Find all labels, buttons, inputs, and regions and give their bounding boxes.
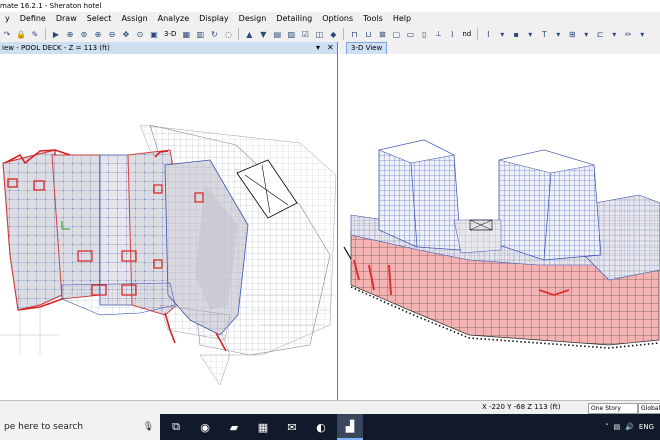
toolbar-separator (45, 28, 46, 40)
view-3d-icon[interactable]: ▣ (148, 28, 160, 40)
move-down-icon[interactable]: ▼ (257, 28, 269, 40)
draw-wall-icon[interactable]: ▭ (404, 28, 416, 40)
zoom-out-icon[interactable]: ⊖ (106, 28, 118, 40)
nd-button[interactable]: nd (460, 28, 473, 40)
plan-view-icon[interactable]: ▦ (180, 28, 192, 40)
display-options-icon[interactable]: ▤ (271, 28, 283, 40)
plan-view-title: iew - POOL DECK - Z = 113 (ft) (2, 44, 110, 52)
redo-icon[interactable]: ↷ (1, 28, 13, 40)
zoom-in-icon[interactable]: ⊕ (92, 28, 104, 40)
cursor-coordinates: X -220 Y -68 Z 113 (ft) (482, 403, 561, 411)
menu-draw[interactable]: Draw (51, 12, 82, 26)
dropdown-arrow-icon[interactable]: ▾ (552, 28, 564, 40)
toolbar-separator (238, 28, 240, 40)
run-icon[interactable]: ▶ (50, 28, 62, 40)
window-title: mate 16.2.1 - Sheraton hotel (0, 2, 102, 10)
search-placeholder: pe here to search (4, 422, 84, 432)
draw-link-icon[interactable]: ⟂ (432, 28, 444, 40)
volume-icon[interactable]: 🔊 (625, 423, 634, 431)
mail-icon[interactable]: ✉ (279, 414, 305, 440)
shrink-objects-icon[interactable]: ▨ (285, 28, 297, 40)
draw-frame-icon[interactable]: ⊓ (348, 28, 360, 40)
chevron-up-icon[interactable]: ˄ (605, 423, 609, 431)
move-up-icon[interactable]: ▲ (243, 28, 255, 40)
close-icon[interactable]: ✕ (327, 42, 334, 54)
zoom-restore-icon[interactable]: ⊙ (134, 28, 146, 40)
cube-icon[interactable]: ◆ (327, 28, 339, 40)
draw-opening-icon[interactable]: ▯ (418, 28, 430, 40)
draw-beam-icon[interactable]: ⊔ (362, 28, 374, 40)
pan-icon[interactable]: ✥ (120, 28, 132, 40)
perspective-icon[interactable]: ◌ (222, 28, 234, 40)
plan-view-header: iew - POOL DECK - Z = 113 (ft) ▾ ✕ (0, 42, 337, 54)
menu-bar: y Define Draw Select Assign Analyze Disp… (0, 12, 660, 26)
section-channel-icon[interactable]: ⊏ (594, 28, 606, 40)
chrome-icon[interactable]: ◉ (192, 414, 218, 440)
language-indicator[interactable]: ENG (639, 423, 654, 431)
calculator-icon[interactable]: ▦ (250, 414, 276, 440)
network-icon[interactable]: ▤ (614, 423, 621, 431)
etabs-app-icon[interactable]: ▟ (337, 414, 363, 440)
windows-taskbar: pe here to search 🎙 ⧉ ◉ ▰ ▦ ✉ ◐ ▟ ˄ ▤ 🔊 … (0, 414, 660, 440)
pencil-icon[interactable]: ✎ (29, 28, 41, 40)
taskbar-search-box[interactable]: pe here to search 🎙 (0, 414, 160, 440)
draw-spring-icon[interactable]: ⌇ (446, 28, 458, 40)
section-tee-icon[interactable]: T (538, 28, 550, 40)
task-view-icon[interactable]: ⧉ (163, 414, 189, 440)
line-style-icon[interactable]: ✏ (622, 28, 634, 40)
menu-design[interactable]: Design (234, 12, 272, 26)
elevation-view-icon[interactable]: ▥ (194, 28, 206, 40)
dropdown-arrow-icon[interactable]: ▾ (608, 28, 620, 40)
3d-view-drawing[interactable] (339, 55, 660, 400)
microphone-icon[interactable]: 🎙 (143, 422, 154, 432)
file-explorer-icon[interactable]: ▰ (221, 414, 247, 440)
draw-area-icon[interactable]: ▢ (390, 28, 402, 40)
menu-define[interactable]: Define (15, 12, 51, 26)
dropdown-arrow-icon[interactable]: ▾ (580, 28, 592, 40)
section-box-icon[interactable]: ▪ (510, 28, 522, 40)
dropdown-arrow-icon[interactable]: ▾ (524, 28, 536, 40)
lock-icon[interactable]: 🔒 (15, 28, 27, 40)
plan-view-drawing[interactable] (0, 55, 337, 400)
set-display-icon[interactable]: ☑ (299, 28, 311, 40)
coordinate-system-dropdown[interactable]: Global (638, 403, 660, 414)
extrude-icon[interactable]: ◫ (313, 28, 325, 40)
menu-select[interactable]: Select (82, 12, 117, 26)
menu-view[interactable]: y (0, 12, 15, 26)
section-i-icon[interactable]: I (482, 28, 494, 40)
3d-view-header: 3-D View (339, 42, 660, 54)
menu-detailing[interactable]: Detailing (271, 12, 317, 26)
system-tray: ˄ ▤ 🔊 ENG (600, 414, 654, 440)
rotate-icon[interactable]: ↻ (208, 28, 220, 40)
menu-analyze[interactable]: Analyze (153, 12, 195, 26)
menu-options[interactable]: Options (317, 12, 358, 26)
story-dropdown[interactable]: One Story (588, 403, 638, 414)
section-wide-icon[interactable]: ⊞ (566, 28, 578, 40)
pane-options-icon[interactable]: ▾ (316, 42, 320, 54)
plan-view-pane[interactable]: iew - POOL DECK - Z = 113 (ft) ▾ ✕ (0, 42, 338, 400)
3d-view-pane[interactable]: 3-D View (339, 42, 660, 400)
window-titlebar: mate 16.2.1 - Sheraton hotel (0, 0, 660, 12)
zoom-window-icon[interactable]: ⊕ (64, 28, 76, 40)
menu-help[interactable]: Help (388, 12, 416, 26)
view-3d-button[interactable]: 3-D (162, 28, 178, 40)
dropdown-arrow-icon[interactable]: ▾ (496, 28, 508, 40)
status-bar: X -220 Y -68 Z 113 (ft) One Story Global (0, 400, 660, 414)
main-toolbar: ↷ 🔒 ✎ ▶ ⊕ ⊚ ⊕ ⊖ ✥ ⊙ ▣ 3-D ▦ ▥ ↻ ◌ ▲ ▼ ▤ … (0, 26, 660, 43)
menu-assign[interactable]: Assign (116, 12, 152, 26)
paint-icon[interactable]: ◐ (308, 414, 334, 440)
dropdown-arrow-icon[interactable]: ▾ (636, 28, 648, 40)
tab-3d-view[interactable]: 3-D View (346, 42, 388, 54)
menu-tools[interactable]: Tools (358, 12, 388, 26)
menu-display[interactable]: Display (194, 12, 234, 26)
zoom-extents-icon[interactable]: ⊚ (78, 28, 90, 40)
draw-brace-icon[interactable]: ⊠ (376, 28, 388, 40)
toolbar-separator (477, 28, 479, 40)
toolbar-separator (343, 28, 345, 40)
